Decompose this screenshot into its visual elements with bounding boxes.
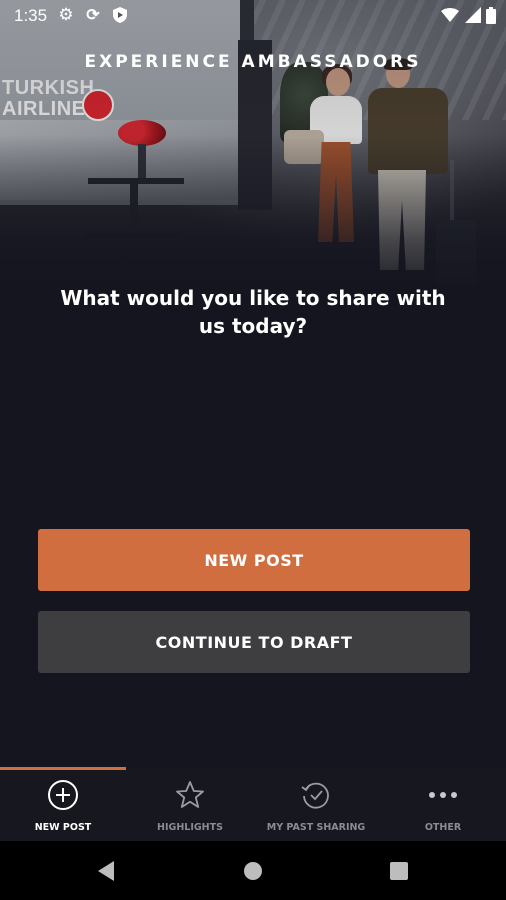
hero-image: TURKISH AIRLINES bbox=[0, 0, 506, 300]
shield-play-icon bbox=[111, 6, 129, 24]
add-circle-icon bbox=[47, 779, 79, 811]
new-post-button[interactable]: NEW POST bbox=[38, 529, 470, 591]
system-navigation-bar bbox=[0, 841, 506, 900]
hero-title: EXPERIENCE AMBASSADORS bbox=[84, 52, 422, 72]
cellular-signal-icon bbox=[464, 6, 482, 24]
nav-tab-my-past-sharing[interactable]: MY PAST SHARING bbox=[253, 767, 379, 841]
continue-draft-button[interactable]: CONTINUE TO DRAFT bbox=[38, 611, 470, 673]
nav-label: NEW POST bbox=[34, 822, 92, 833]
more-dots-icon bbox=[427, 779, 459, 811]
share-prompt: What would you like to share with us tod… bbox=[60, 286, 446, 338]
star-icon bbox=[174, 779, 206, 811]
settings-gear-icon: ⚙ bbox=[58, 5, 74, 24]
status-time: 1:35 bbox=[14, 6, 48, 25]
nav-label: OTHER bbox=[424, 822, 462, 833]
nav-label: HIGHLIGHTS bbox=[157, 822, 223, 833]
status-bar: 1:35 ⚙ ⟳ bbox=[0, 0, 506, 32]
sync-icon: ⟳ bbox=[86, 7, 100, 24]
nav-tab-other[interactable]: OTHER bbox=[380, 767, 506, 841]
nav-tab-new-post[interactable]: NEW POST bbox=[0, 767, 126, 841]
back-icon[interactable] bbox=[94, 859, 118, 883]
battery-icon bbox=[486, 6, 496, 24]
nav-tab-highlights[interactable]: HIGHLIGHTS bbox=[127, 767, 253, 841]
wifi-icon bbox=[441, 6, 459, 24]
history-check-icon bbox=[300, 779, 332, 811]
nav-label: MY PAST SHARING bbox=[266, 822, 366, 833]
recents-icon[interactable] bbox=[387, 859, 411, 883]
bottom-navigation: NEW POST HIGHLIGHTS MY PAST SHARING OTHE… bbox=[0, 767, 506, 841]
home-icon[interactable] bbox=[241, 859, 265, 883]
